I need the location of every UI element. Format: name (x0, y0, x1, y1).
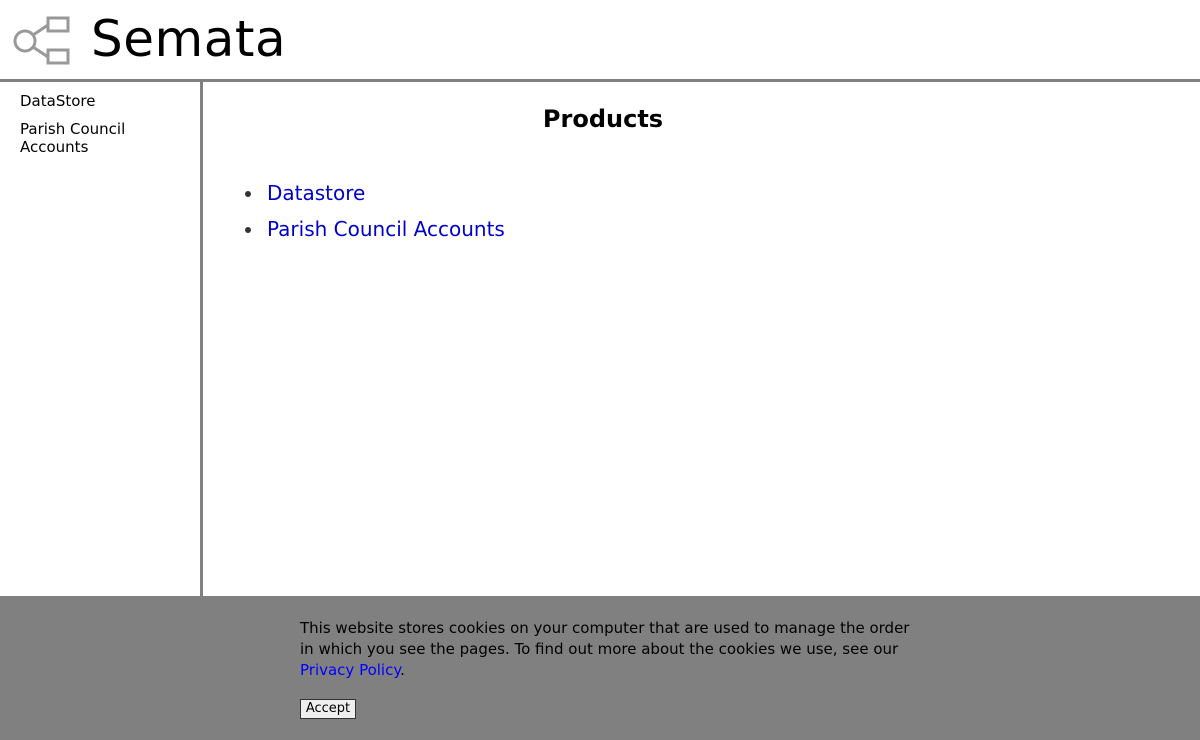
product-list: Datastore Parish Council Accounts (227, 178, 505, 250)
cookie-message: This website stores cookies on your comp… (300, 618, 910, 681)
cookie-message-text: This website stores cookies on your comp… (300, 619, 910, 658)
list-item: Datastore (227, 178, 505, 214)
accept-button[interactable]: Accept (300, 699, 356, 719)
list-item: Parish Council Accounts (227, 214, 505, 250)
product-link-datastore[interactable]: Datastore (267, 181, 365, 205)
sidebar-item-datastore[interactable]: DataStore (20, 92, 170, 110)
site-header: Semata (0, 0, 1200, 82)
main-content: Products Datastore Parish Council Accoun… (203, 82, 1200, 596)
sidebar-item-parish-council-accounts[interactable]: Parish Council Accounts (20, 120, 170, 156)
cookie-banner: This website stores cookies on your comp… (0, 596, 1200, 740)
bullet-icon (245, 191, 251, 197)
sidebar: DataStore Parish Council Accounts (0, 82, 203, 596)
cookie-message-end: . (400, 661, 405, 679)
page-title: Products (542, 105, 664, 133)
site-title[interactable]: Semata (91, 7, 286, 71)
product-link-parish-council-accounts[interactable]: Parish Council Accounts (267, 217, 505, 241)
bullet-icon (245, 227, 251, 233)
network-nodes-icon[interactable] (12, 16, 72, 66)
privacy-policy-link[interactable]: Privacy Policy (300, 661, 400, 679)
sidebar-list: DataStore Parish Council Accounts (0, 82, 200, 156)
